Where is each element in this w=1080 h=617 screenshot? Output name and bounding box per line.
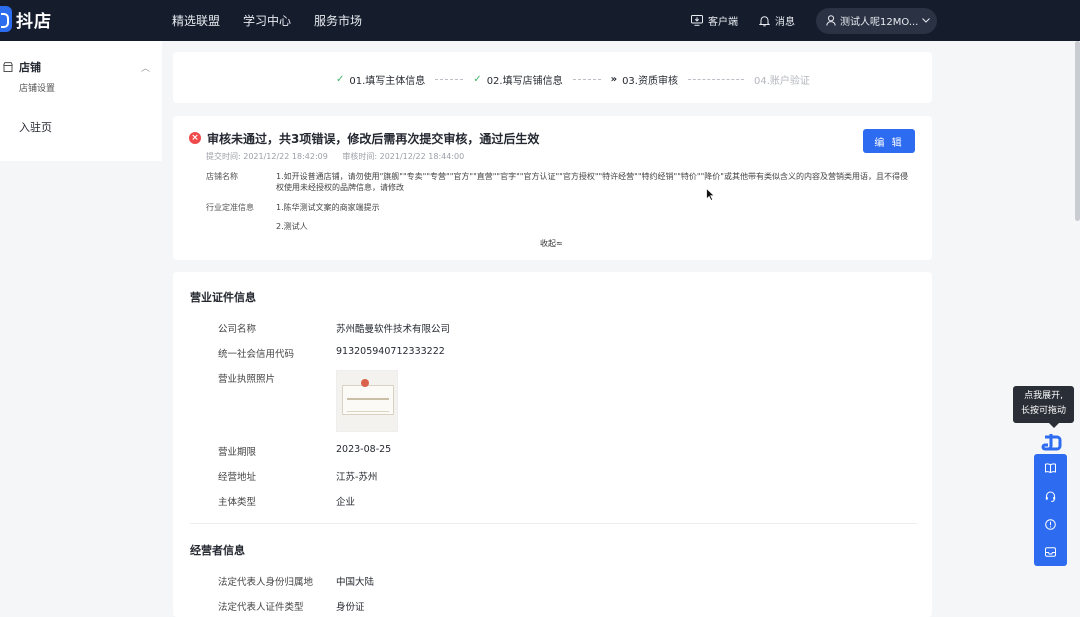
seal-icon bbox=[361, 379, 369, 387]
error-message: 1.如开设普通店铺，请勿使用"旗舰""专卖""专营""官方""直营""官字""官… bbox=[276, 171, 908, 193]
top-nav-bar: 抖店 精选联盟 学习中心 服务市场 客户端 消息 测试人呢12MO... bbox=[0, 0, 1080, 41]
id-region-value: 中国大陆 bbox=[336, 577, 375, 588]
step-4: 04.账户验证 bbox=[754, 72, 810, 87]
inbox-button[interactable] bbox=[1034, 539, 1067, 565]
chevron-down-icon bbox=[922, 18, 931, 23]
field-label: 统一社会信用代码 bbox=[218, 349, 295, 360]
error-line: 权使用未经授权的品牌信息，请修改 bbox=[276, 183, 404, 192]
book-icon bbox=[1045, 463, 1056, 473]
main-nav: 精选联盟 学习中心 服务市场 bbox=[172, 0, 385, 41]
messages-button[interactable]: 消息 bbox=[759, 13, 795, 28]
nav-item-service-market[interactable]: 服务市场 bbox=[314, 12, 362, 29]
page-scrollbar[interactable] bbox=[1075, 41, 1080, 221]
field-label: 营业期限 bbox=[218, 447, 257, 458]
monitor-icon bbox=[691, 15, 703, 26]
entity-type-value: 企业 bbox=[336, 497, 356, 508]
logo-text: 抖店 bbox=[16, 11, 52, 32]
sidebar-item-entry-page[interactable]: 入驻页 bbox=[19, 119, 52, 135]
field-label: 法定代表人身份归属地 bbox=[218, 577, 314, 588]
inbox-icon bbox=[1045, 547, 1056, 557]
section-title-license: 营业证件信息 bbox=[190, 291, 256, 304]
tooltip-line: 长按可拖动 bbox=[1020, 406, 1066, 416]
user-menu[interactable]: 测试人呢12MO... bbox=[816, 7, 937, 34]
client-label: 客户端 bbox=[708, 17, 738, 28]
field-label: 法定代表人证件类型 bbox=[218, 602, 304, 613]
audit-times: 提交时间: 2021/12/22 18:42:09 审核时间: 2021/12/… bbox=[206, 151, 464, 162]
sidebar-group-label: 店铺 bbox=[19, 61, 41, 74]
top-right-tools: 客户端 消息 测试人呢12MO... bbox=[691, 0, 1080, 41]
validity-value: 2023-08-25 bbox=[336, 444, 392, 455]
error-line: 1.如开设普通店铺，请勿使用"旗舰""专卖""专营""官方""直营""官字""官… bbox=[276, 172, 908, 181]
bell-icon bbox=[759, 15, 770, 26]
step-1: ✓ 01.填写主体信息 bbox=[336, 72, 425, 87]
field-label: 营业执照照片 bbox=[218, 374, 276, 385]
chevron-up-icon[interactable]: ︿ bbox=[141, 61, 150, 74]
address-value: 江苏-苏州 bbox=[336, 472, 378, 483]
alert-circle-icon bbox=[1045, 518, 1056, 530]
collapse-toggle[interactable]: 收起≈ bbox=[540, 238, 563, 249]
nav-item-learning-center[interactable]: 学习中心 bbox=[243, 12, 291, 29]
audit-result-card: × 审核未通过，共3项错误，修改后需再次提交审核，通过后生效 编 辑 提交时间:… bbox=[173, 116, 932, 260]
step-label: 01.填写主体信息 bbox=[349, 76, 426, 87]
nav-item-selected-alliance[interactable]: 精选联盟 bbox=[172, 12, 220, 29]
double-chevron-icon: » bbox=[610, 74, 618, 85]
error-field-label: 店铺名称 bbox=[206, 172, 238, 181]
step-connector bbox=[435, 79, 464, 80]
company-name-value: 苏州酷曼软件技术有限公司 bbox=[336, 324, 451, 335]
steps-card: ✓ 01.填写主体信息 ✓ 02.填写店铺信息 » 03.资质审核 04.账户验… bbox=[173, 52, 932, 103]
sidebar-item-store-settings[interactable]: 店铺设置 bbox=[19, 81, 55, 94]
sidebar: 店铺 ︿ 店铺设置 入驻页 bbox=[0, 41, 162, 161]
field-label: 经营地址 bbox=[218, 472, 257, 483]
store-icon bbox=[3, 62, 13, 72]
license-document-image bbox=[342, 385, 394, 415]
check-icon: ✓ bbox=[336, 74, 345, 85]
assistant-tooltip: 点我展开, 长按可拖动 bbox=[1013, 386, 1074, 428]
section-title-operator: 经营者信息 bbox=[190, 544, 245, 557]
step-connector bbox=[572, 79, 601, 80]
review-time: 审核时间: 2021/12/22 18:44:00 bbox=[342, 152, 465, 161]
id-type-value: 身份证 bbox=[336, 602, 365, 613]
error-field-label: 行业定准信息 bbox=[206, 203, 254, 212]
info-card: 营业证件信息 公司名称 苏州酷曼软件技术有限公司 统一社会信用代码 913205… bbox=[173, 272, 932, 617]
section-divider bbox=[190, 523, 917, 524]
error-message: 2.测试人 bbox=[276, 222, 308, 231]
field-label: 主体类型 bbox=[218, 497, 257, 508]
guide-button[interactable] bbox=[1034, 455, 1067, 481]
tooltip-line: 点我展开, bbox=[1024, 391, 1063, 401]
user-icon bbox=[826, 15, 836, 26]
step-label: 03.资质审核 bbox=[622, 76, 678, 87]
mouse-cursor-icon bbox=[706, 188, 715, 201]
app-logo[interactable]: 抖店 bbox=[0, 6, 52, 32]
credit-code-value: 913205940712333222 bbox=[336, 346, 445, 357]
step-connector bbox=[687, 79, 744, 80]
logo-mark-icon bbox=[0, 6, 12, 32]
customer-service-button[interactable] bbox=[1034, 483, 1067, 509]
progress-steps: ✓ 01.填写主体信息 ✓ 02.填写店铺信息 » 03.资质审核 04.账户验… bbox=[336, 72, 810, 87]
client-download-button[interactable]: 客户端 bbox=[691, 13, 738, 28]
field-label: 公司名称 bbox=[218, 324, 257, 335]
step-label: 02.填写店铺信息 bbox=[486, 76, 563, 87]
check-icon: ✓ bbox=[473, 74, 482, 85]
step-label: 04.账户验证 bbox=[753, 76, 810, 87]
license-photo-thumbnail[interactable] bbox=[336, 370, 398, 432]
messages-label: 消息 bbox=[775, 17, 795, 28]
sidebar-group-store[interactable]: 店铺 bbox=[3, 59, 41, 75]
assistant-logo-icon[interactable] bbox=[1041, 433, 1063, 453]
step-3: » 03.资质审核 bbox=[611, 72, 678, 87]
audit-status-title: 审核未通过，共3项错误，修改后需再次提交审核，通过后生效 bbox=[207, 132, 540, 146]
error-message: 1.陈华测试文案的商家端提示 bbox=[276, 203, 380, 212]
error-icon: × bbox=[189, 132, 201, 144]
step-2: ✓ 02.填写店铺信息 bbox=[473, 72, 562, 87]
submit-time: 提交时间: 2021/12/22 18:42:09 bbox=[206, 152, 328, 161]
assistant-toolbar bbox=[1034, 454, 1067, 566]
edit-button[interactable]: 编 辑 bbox=[863, 129, 915, 153]
headset-icon bbox=[1045, 491, 1056, 502]
user-name: 测试人呢12MO... bbox=[840, 17, 919, 28]
feedback-button[interactable] bbox=[1034, 511, 1067, 537]
